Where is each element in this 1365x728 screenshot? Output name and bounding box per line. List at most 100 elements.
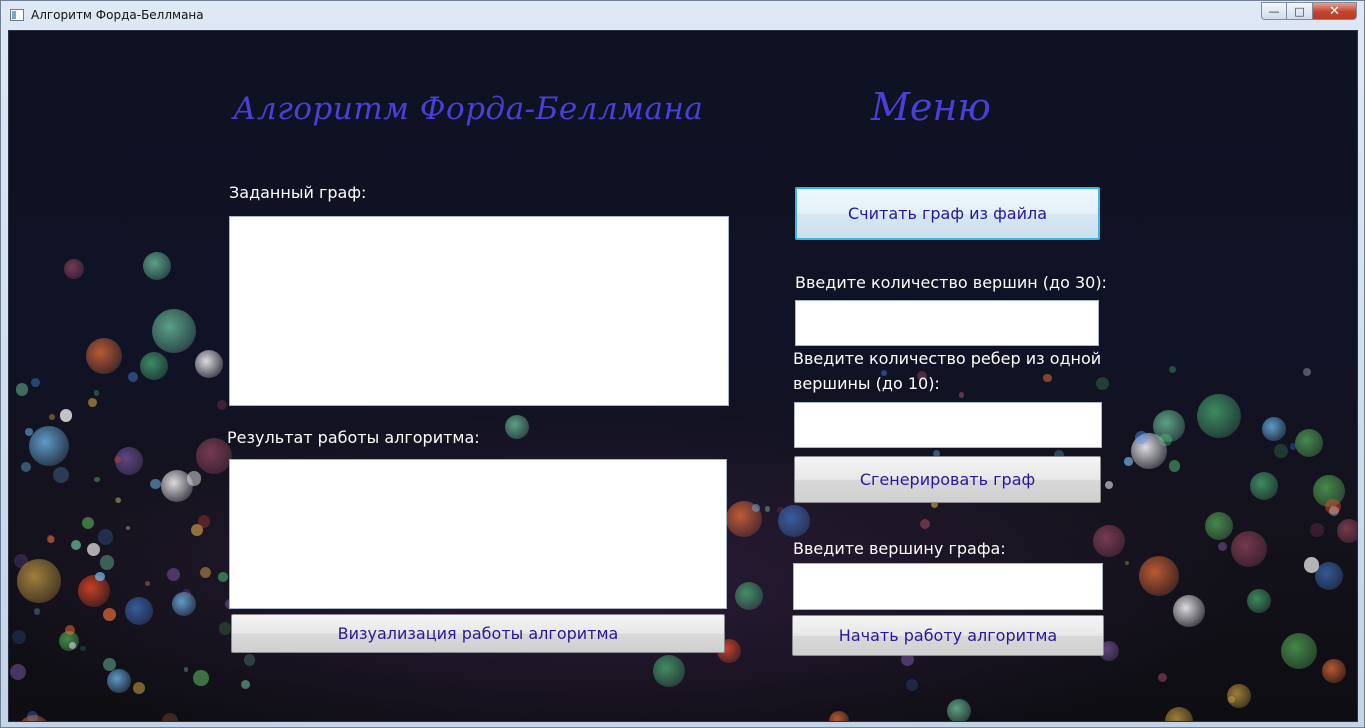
read-file-button[interactable]: Считать граф из файла: [795, 187, 1100, 240]
maximize-button[interactable]: □: [1287, 2, 1313, 20]
generate-graph-button[interactable]: Сгенерировать граф: [794, 456, 1101, 503]
title-bar[interactable]: Алгоритм Форда-Беллмана — □ ✕: [1, 1, 1364, 30]
result-textarea[interactable]: [229, 459, 727, 609]
bokeh-sparkle: [1104, 481, 1113, 490]
bokeh-light: [1227, 684, 1251, 708]
bokeh-sparkle: [192, 670, 209, 686]
bokeh-sparkle: [59, 409, 73, 422]
bokeh-sparkle: [87, 397, 97, 407]
bokeh-sparkle: [1125, 560, 1130, 565]
bokeh-sparkle: [1309, 522, 1325, 538]
bokeh-sparkle: [1217, 541, 1227, 552]
bokeh-light: [1247, 589, 1271, 613]
edge-count-input[interactable]: [794, 402, 1102, 448]
bokeh-light: [1322, 659, 1346, 683]
bokeh-sparkle: [1274, 443, 1289, 458]
bokeh-sparkle: [1169, 460, 1181, 472]
bokeh-light: [143, 252, 171, 280]
vertex-count-label: Введите количество вершин (до 30):: [795, 273, 1107, 292]
bokeh-light: [1197, 394, 1241, 438]
bokeh-light: [653, 655, 685, 687]
bokeh-sparkle: [116, 497, 122, 503]
bokeh-light: [505, 415, 529, 439]
bokeh-sparkle: [132, 681, 146, 694]
edge-count-label-line1: Введите количество ребер из одной: [793, 349, 1102, 368]
bokeh-light: [1131, 433, 1167, 469]
bokeh-light: [64, 259, 84, 279]
bokeh-sparkle: [1043, 373, 1053, 383]
bokeh-sparkle: [920, 518, 931, 529]
bokeh-sparkle: [14, 554, 28, 569]
minimize-button[interactable]: —: [1261, 2, 1287, 20]
bokeh-light: [1337, 519, 1357, 543]
start-algorithm-button[interactable]: Начать работу алгоритма: [792, 615, 1104, 656]
bokeh-sparkle: [9, 663, 26, 680]
bokeh-sparkle: [30, 378, 40, 388]
bokeh-light: [947, 699, 971, 721]
bokeh-sparkle: [93, 390, 100, 397]
bokeh-light: [18, 715, 50, 721]
bokeh-sparkle: [161, 712, 178, 721]
bokeh-sparkle: [241, 679, 251, 689]
bokeh-sparkle: [21, 461, 32, 472]
bokeh-sparkle: [777, 506, 784, 514]
bokeh-sparkle: [1325, 498, 1341, 514]
given-graph-textarea[interactable]: [229, 216, 729, 406]
bokeh-sparkle: [1302, 367, 1311, 376]
bokeh-sparkle: [183, 667, 189, 672]
bokeh-sparkle: [144, 580, 151, 587]
vertex-count-input[interactable]: [795, 300, 1099, 346]
bokeh-light: [1250, 472, 1278, 500]
bokeh-light: [172, 592, 196, 616]
bokeh-sparkle: [958, 392, 965, 399]
bokeh-sparkle: [1124, 457, 1133, 466]
bokeh-light: [86, 338, 122, 374]
bokeh-sparkle: [182, 589, 192, 598]
bokeh-sparkle: [25, 428, 34, 436]
bokeh-sparkle: [52, 467, 69, 483]
bokeh-light: [125, 597, 153, 625]
given-graph-label: Заданный граф:: [229, 183, 367, 202]
bokeh-sparkle: [125, 526, 130, 531]
bokeh-light: [195, 350, 223, 378]
bokeh-light: [778, 505, 810, 537]
bokeh-light: [1281, 633, 1317, 669]
start-vertex-label: Введите вершину графа:: [793, 539, 1006, 558]
bokeh-light: [1313, 475, 1345, 507]
bokeh-light: [1295, 429, 1323, 457]
minimize-icon: —: [1268, 4, 1280, 18]
bokeh-light: [1231, 531, 1267, 567]
bokeh-sparkle: [102, 658, 116, 672]
bokeh-sparkle: [186, 470, 202, 486]
visualize-button[interactable]: Визуализация работы алгоритма: [231, 614, 725, 653]
bokeh-sparkle: [69, 642, 77, 650]
bokeh-light: [152, 309, 196, 353]
bokeh-sparkle: [1158, 673, 1168, 683]
start-vertex-input[interactable]: [793, 563, 1103, 610]
bokeh-sparkle: [150, 479, 161, 490]
bokeh-light: [1315, 562, 1343, 590]
result-label: Результат работы алгоритма:: [227, 428, 480, 447]
bokeh-light: [59, 631, 79, 651]
bokeh-sparkle: [15, 382, 29, 396]
bokeh-sparkle: [216, 399, 227, 410]
bokeh-sparkle: [95, 571, 105, 582]
bokeh-light: [17, 559, 61, 603]
bokeh-sparkle: [218, 622, 232, 635]
bokeh-sparkle: [93, 476, 100, 483]
bokeh-sparkle: [70, 539, 82, 551]
bokeh-sparkle: [1095, 376, 1110, 390]
bokeh-sparkle: [218, 572, 228, 583]
bokeh-sparkle: [64, 624, 75, 635]
bokeh-sparkle: [12, 629, 27, 645]
bokeh-sparkle: [82, 516, 95, 529]
bokeh-sparkle: [48, 535, 56, 543]
bokeh-sparkle: [1329, 506, 1340, 517]
bokeh-sparkle: [166, 568, 180, 582]
bokeh-sparkle: [27, 711, 38, 721]
bokeh-sparkle: [46, 534, 55, 543]
close-button[interactable]: ✕: [1313, 2, 1357, 20]
bokeh-sparkle: [97, 529, 114, 545]
bokeh-sparkle: [80, 645, 86, 652]
window-controls: — □ ✕: [1261, 2, 1357, 20]
